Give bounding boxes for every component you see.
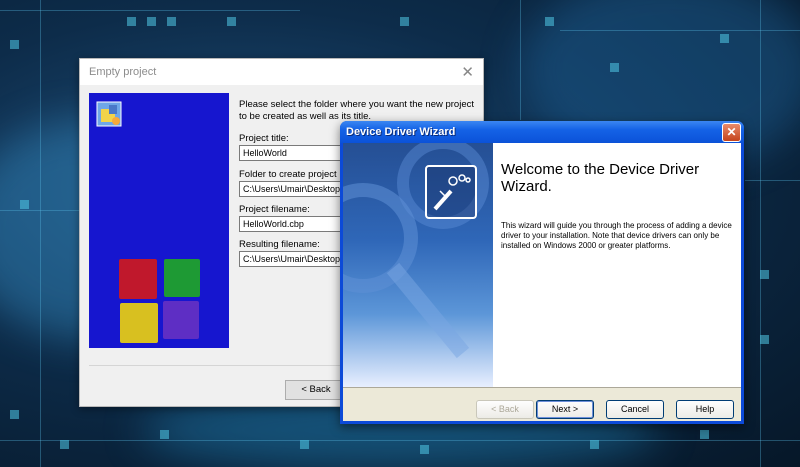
magic-wand-icon	[425, 165, 477, 219]
empty-project-titlebar: Empty project ✕	[80, 59, 483, 85]
folder-label: Folder to create project in:	[239, 169, 350, 180]
wizard-heading: Welcome to the Device Driver Wizard.	[501, 161, 700, 195]
project-title-label: Project title:	[239, 133, 289, 144]
wizard-back-button: < Back	[476, 400, 534, 419]
cancel-button[interactable]: Cancel	[606, 400, 664, 419]
close-icon[interactable]: ✕	[461, 65, 474, 80]
empty-project-intro: Please select the folder where you want …	[239, 99, 474, 122]
wizard-title: Device Driver Wizard	[346, 126, 456, 138]
back-button[interactable]: < Back	[285, 380, 347, 400]
resulting-filename-label: Resulting filename:	[239, 239, 320, 250]
wizard-description: This wizard will guide you through the p…	[501, 221, 732, 250]
empty-project-title: Empty project	[89, 66, 157, 78]
divider	[343, 387, 741, 388]
wand-icon	[96, 101, 122, 127]
wizard-titlebar: Device Driver Wizard ✕	[340, 121, 744, 143]
wizard-body: Welcome to the Device Driver Wizard. Thi…	[343, 143, 741, 421]
help-button[interactable]: Help	[676, 400, 734, 419]
next-button[interactable]: Next >	[536, 400, 594, 419]
close-icon[interactable]: ✕	[722, 122, 741, 142]
wizard-banner	[343, 143, 493, 387]
wizard-side-image	[89, 93, 229, 348]
device-driver-wizard-dialog: Device Driver Wizard ✕ Welcome to the De…	[340, 121, 744, 424]
project-filename-label: Project filename:	[239, 204, 310, 215]
